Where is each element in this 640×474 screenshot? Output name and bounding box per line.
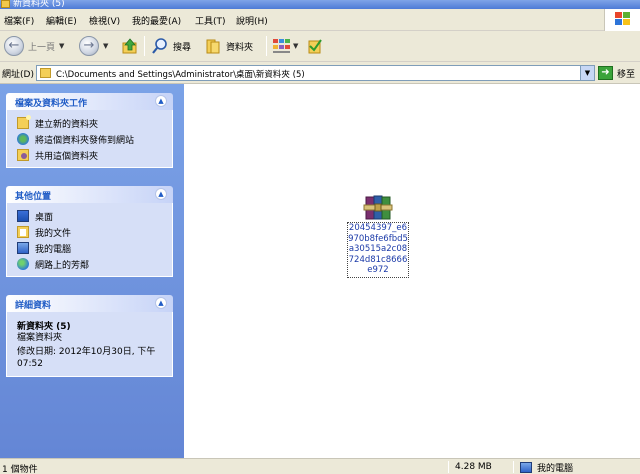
publish-web-icon <box>17 133 29 145</box>
desktop-icon <box>17 210 29 222</box>
windows-logo <box>604 9 640 31</box>
status-separator <box>448 461 449 473</box>
status-object-count: 1 個物件 <box>2 465 38 474</box>
task-label: 共用這個資料夾 <box>35 151 99 162</box>
winrar-archive-icon <box>363 195 393 220</box>
details-title: 詳細資料 <box>15 301 52 311</box>
address-input[interactable]: C:\Documents and Settings\Administrator\… <box>36 65 595 81</box>
search-icon <box>152 38 167 54</box>
go-label: 移至 <box>617 69 636 80</box>
file-tasks-header[interactable]: 檔案及資料夾工作 ▲ <box>6 93 173 110</box>
details-type: 檔案資料夾 <box>17 333 63 343</box>
details-panel: 詳細資料 ▲ 新資料夾 (5) 檔案資料夾 修改日期: 2012年10月30日,… <box>6 295 173 377</box>
place-my-documents[interactable]: 我的文件 <box>17 224 172 240</box>
place-desktop[interactable]: 桌面 <box>17 208 172 224</box>
menu-edit[interactable]: 編輯(E) <box>46 14 77 27</box>
title-bar: 新資料夾 (5) <box>0 0 640 9</box>
task-pane: 檔案及資料夾工作 ▲ 建立新的資料夾 將這個資料夾發佈到網站 共用這個資料夾 其… <box>0 84 184 458</box>
place-label: 我的文件 <box>35 228 72 239</box>
status-zone-label: 我的電腦 <box>537 464 574 474</box>
details-folder-name: 新資料夾 (5) <box>17 322 71 332</box>
collapse-chevron-icon[interactable]: ▲ <box>155 297 167 309</box>
address-path: C:\Documents and Settings\Administrator\… <box>56 70 305 80</box>
back-dropdown-icon[interactable]: ▼ <box>59 42 64 50</box>
status-zone: 我的電腦 <box>520 461 573 474</box>
back-label: 上一頁 <box>28 42 56 53</box>
share-folder-icon <box>17 149 29 161</box>
task-publish-web[interactable]: 將這個資料夾發佈到網站 <box>17 131 172 147</box>
forward-dropdown-icon[interactable]: ▼ <box>103 42 108 50</box>
forward-button[interactable]: → ▼ <box>79 35 108 57</box>
views-button[interactable]: ▼ <box>272 35 298 57</box>
my-computer-icon <box>17 242 29 254</box>
new-folder-icon <box>17 115 31 129</box>
folder-up-icon <box>122 38 137 54</box>
menu-tools[interactable]: 工具(T) <box>195 14 226 27</box>
back-button[interactable]: ← 上一頁 ▼ <box>4 35 64 57</box>
folder-icon <box>40 68 51 78</box>
search-button[interactable]: 搜尋 <box>151 35 191 57</box>
other-places-panel: 其他位置 ▲ 桌面 我的文件 我的電腦 網路上的芳鄰 <box>6 186 173 277</box>
task-new-folder[interactable]: 建立新的資料夾 <box>17 115 172 131</box>
menu-help[interactable]: 說明(H) <box>236 14 268 27</box>
details-body: 新資料夾 (5) 檔案資料夾 修改日期: 2012年10月30日, 下午 07:… <box>6 312 173 377</box>
file-name[interactable]: 20454397_e6970b8fe6fbd5a30515a2c08724d81… <box>347 222 409 278</box>
details-modified-time: 07:52 <box>17 359 43 369</box>
windows-flag-icon <box>615 12 631 27</box>
forward-arrow-icon: → <box>79 36 99 56</box>
folders-icon <box>206 39 220 54</box>
menu-favorites[interactable]: 我的最愛(A) <box>132 14 181 27</box>
folder-check-icon <box>308 39 322 54</box>
task-label: 建立新的資料夾 <box>35 119 99 130</box>
folders-button[interactable]: 資料夾 <box>204 35 253 57</box>
place-label: 我的電腦 <box>35 244 72 255</box>
menu-bar: 檔案(F) 編輯(E) 檢視(V) 我的最愛(A) 工具(T) 說明(H) <box>0 9 640 31</box>
back-arrow-icon: ← <box>4 36 24 56</box>
details-header[interactable]: 詳細資料 ▲ <box>6 295 173 312</box>
other-places-header[interactable]: 其他位置 ▲ <box>6 186 173 203</box>
network-places-icon <box>17 258 29 270</box>
address-bar: 網址(D) C:\Documents and Settings\Administ… <box>0 62 640 84</box>
address-dropdown-icon[interactable]: ▼ <box>580 66 594 80</box>
standard-toolbar: ← 上一頁 ▼ → ▼ 搜尋 資料夾 ▼ <box>0 31 640 62</box>
go-arrow-icon: ➜ <box>598 66 613 80</box>
task-share-folder[interactable]: 共用這個資料夾 <box>17 147 172 163</box>
place-label: 桌面 <box>35 212 54 223</box>
file-tasks-body: 建立新的資料夾 將這個資料夾發佈到網站 共用這個資料夾 <box>6 110 173 168</box>
go-button[interactable]: ➜ 移至 <box>598 66 635 80</box>
collapse-chevron-icon[interactable]: ▲ <box>155 188 167 200</box>
collapse-chevron-icon[interactable]: ▲ <box>155 95 167 107</box>
place-my-computer[interactable]: 我的電腦 <box>17 240 172 256</box>
views-grid-icon <box>273 39 290 53</box>
up-button[interactable] <box>121 35 139 57</box>
views-dropdown-icon[interactable]: ▼ <box>293 42 298 50</box>
file-tasks-title: 檔案及資料夾工作 <box>15 99 88 109</box>
file-tasks-panel: 檔案及資料夾工作 ▲ 建立新的資料夾 將這個資料夾發佈到網站 共用這個資料夾 <box>6 93 173 168</box>
window-title: 新資料夾 (5) <box>13 0 65 9</box>
place-label: 網路上的芳鄰 <box>35 260 90 271</box>
search-label: 搜尋 <box>173 42 192 53</box>
menu-view[interactable]: 檢視(V) <box>89 14 120 27</box>
folder-icon <box>1 0 10 8</box>
place-network[interactable]: 網路上的芳鄰 <box>17 256 172 272</box>
task-label: 將這個資料夾發佈到網站 <box>35 135 135 146</box>
my-documents-icon <box>17 226 29 238</box>
toolbar-separator <box>266 36 267 56</box>
folder-sync-button[interactable] <box>306 35 324 57</box>
other-places-body: 桌面 我的文件 我的電腦 網路上的芳鄰 <box>6 203 173 277</box>
file-list-view[interactable]: 20454397_e6970b8fe6fbd5a30515a2c08724d81… <box>184 84 640 458</box>
status-size: 4.28 MB <box>455 462 492 472</box>
details-modified: 修改日期: 2012年10月30日, 下午 <box>17 347 156 357</box>
my-computer-icon <box>520 462 532 473</box>
status-separator <box>513 461 514 473</box>
menu-file[interactable]: 檔案(F) <box>4 14 34 27</box>
other-places-title: 其他位置 <box>15 192 52 202</box>
address-label: 網址(D) <box>2 70 34 80</box>
folders-label: 資料夾 <box>226 42 254 53</box>
toolbar-separator <box>144 36 145 56</box>
status-bar: 1 個物件 4.28 MB 我的電腦 <box>0 458 640 474</box>
